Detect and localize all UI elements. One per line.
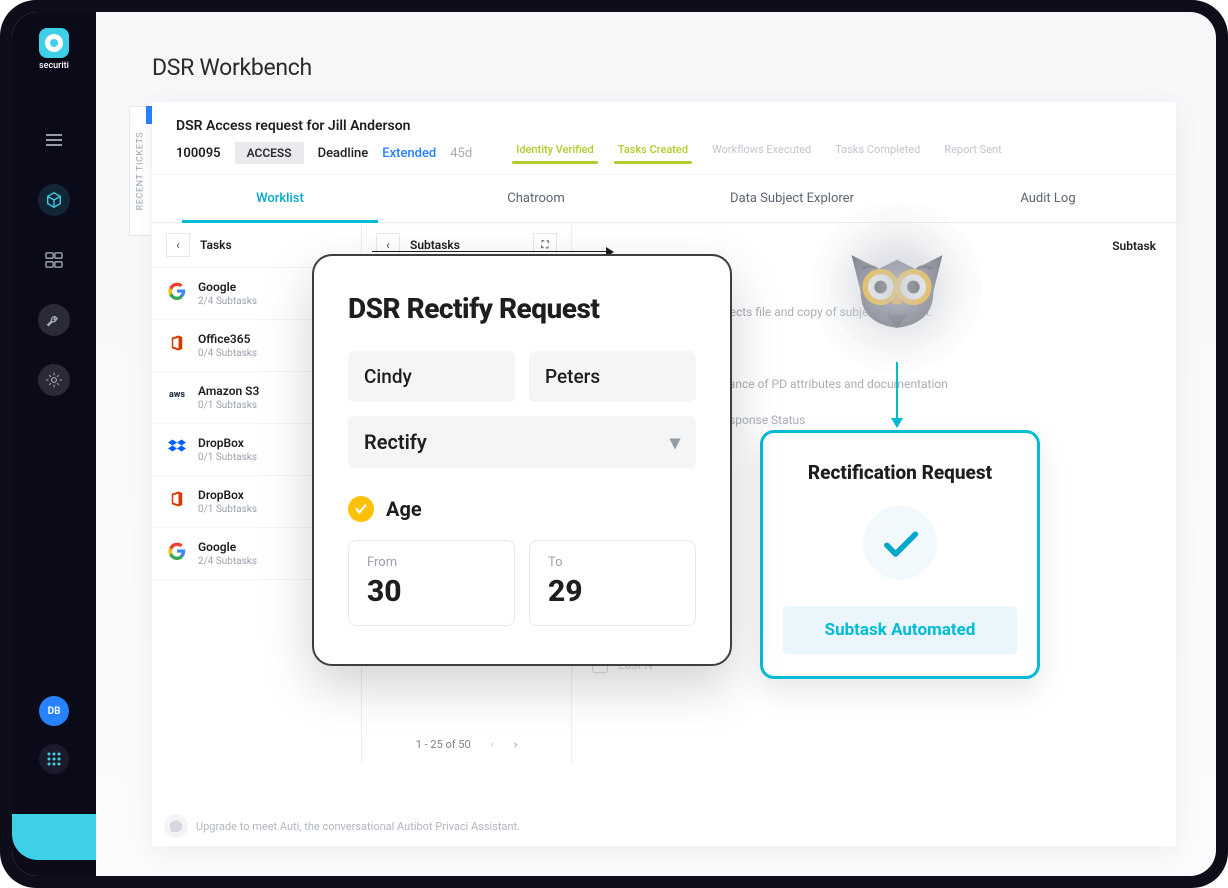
tab-chatroom[interactable]: Chatroom bbox=[408, 175, 664, 222]
deadline-label: Deadline bbox=[318, 146, 369, 161]
stage-report-sent: Report Sent bbox=[944, 143, 1001, 164]
tab-worklist[interactable]: Worklist bbox=[152, 175, 408, 222]
tasks-column-title: Tasks bbox=[200, 238, 232, 252]
dropbox-icon bbox=[166, 436, 188, 458]
age-check-icon[interactable] bbox=[348, 496, 374, 522]
subtask-automated-button[interactable]: Subtask Automated bbox=[783, 606, 1017, 654]
nav-cube-icon[interactable] bbox=[38, 184, 70, 216]
flow-arrow-icon bbox=[896, 362, 898, 426]
page-title: DSR Workbench bbox=[152, 54, 312, 81]
logo-icon bbox=[39, 28, 69, 58]
request-type-badge: ACCESS bbox=[235, 142, 304, 164]
action-select[interactable]: Rectify ▾ bbox=[348, 416, 696, 468]
aws-icon: aws bbox=[166, 384, 188, 406]
success-check-icon bbox=[863, 506, 937, 580]
nav-wrench-icon[interactable] bbox=[38, 304, 70, 336]
google-icon bbox=[166, 540, 188, 562]
nav-settings-icon[interactable] bbox=[38, 364, 70, 396]
subtasks-column-title: Subtasks bbox=[410, 238, 523, 252]
first-name-field[interactable]: Cindy bbox=[348, 351, 515, 402]
age-to-field[interactable]: To 29 bbox=[529, 540, 696, 626]
stage-identity-verified: Identity Verified bbox=[516, 143, 594, 164]
pager-prev[interactable]: ‹ bbox=[491, 738, 494, 751]
nav-db-icon[interactable] bbox=[38, 244, 70, 276]
owl-assistant-icon bbox=[812, 202, 982, 372]
upgrade-hint[interactable]: Upgrade to meet Auti, the conversational… bbox=[164, 814, 520, 838]
last-name-field[interactable]: Peters bbox=[529, 351, 696, 402]
pager-next[interactable]: › bbox=[514, 738, 517, 751]
deadline-days: 45d bbox=[450, 146, 472, 161]
sidebar-rail: securiti DB bbox=[12, 12, 96, 876]
caret-down-icon: ▾ bbox=[670, 430, 680, 454]
stage-tasks-created: Tasks Created bbox=[618, 143, 688, 164]
pager: 1 - 25 of 50 ‹ › bbox=[362, 728, 571, 761]
request-title: DSR Access request for Jill Anderson bbox=[176, 118, 1152, 134]
stage-tasks-completed: Tasks Completed bbox=[835, 143, 920, 164]
tasks-back-button[interactable]: ‹ bbox=[166, 233, 190, 257]
age-from-field[interactable]: From 30 bbox=[348, 540, 515, 626]
deadline-status[interactable]: Extended bbox=[382, 146, 436, 161]
rectify-request-modal: DSR Rectify Request Cindy Peters Rectify… bbox=[312, 254, 732, 666]
brand-text: securiti bbox=[39, 61, 69, 71]
brand-logo[interactable]: securiti bbox=[28, 28, 80, 84]
rail-footer-strip bbox=[12, 814, 96, 860]
google-icon bbox=[166, 280, 188, 302]
user-avatar[interactable]: DB bbox=[39, 696, 69, 726]
chat-bubble-icon bbox=[164, 814, 188, 838]
stage-workflows-executed: Workflows Executed bbox=[712, 143, 811, 164]
rectification-card: Rectification Request Subtask Automated bbox=[760, 430, 1040, 679]
office365-icon bbox=[166, 332, 188, 354]
rectification-title: Rectification Request bbox=[783, 461, 1017, 484]
modal-title: DSR Rectify Request bbox=[348, 292, 696, 325]
stage-tracker: Identity Verified Tasks Created Workflow… bbox=[516, 143, 1002, 164]
recent-tickets-tab[interactable]: RECENT TICKETS bbox=[129, 106, 151, 236]
age-label: Age bbox=[386, 497, 422, 521]
apps-icon[interactable] bbox=[39, 744, 69, 774]
menu-icon[interactable] bbox=[38, 124, 70, 156]
office365-icon bbox=[166, 488, 188, 510]
request-id: 100095 bbox=[176, 146, 221, 161]
pointer-arrow bbox=[372, 251, 612, 252]
